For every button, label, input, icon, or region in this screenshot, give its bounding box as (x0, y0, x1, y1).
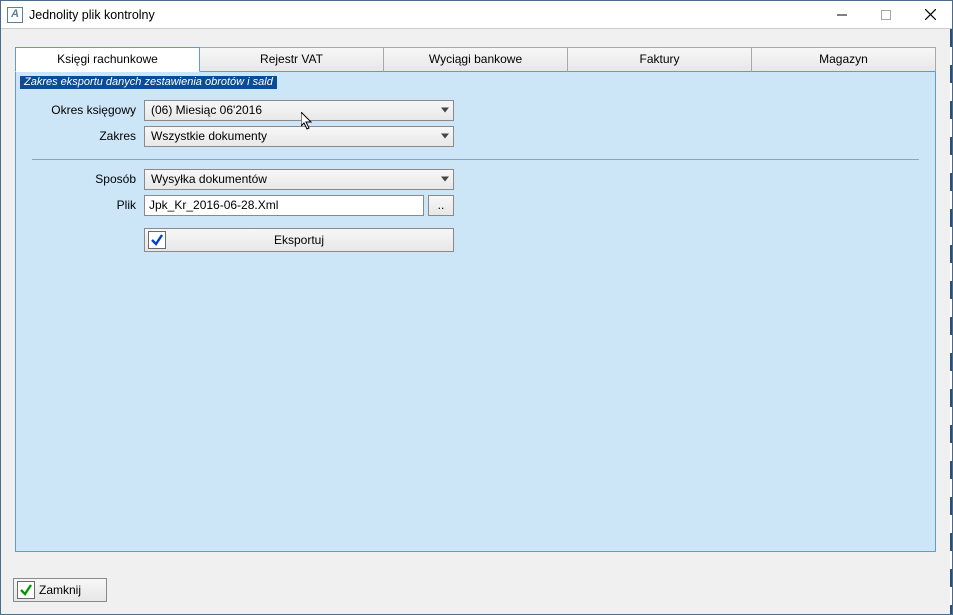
close-button-label: Zamknij (14, 583, 106, 597)
tab-magazyn[interactable]: Magazyn (752, 47, 936, 72)
section-title: Zakres eksportu danych zestawienia obrot… (20, 76, 277, 89)
chevron-down-icon (441, 108, 449, 113)
titlebar[interactable]: A Jednolity plik kontrolny (1, 1, 952, 29)
combo-okres[interactable]: (06) Miesiąc 06'2016 (144, 100, 454, 121)
app-window: A Jednolity plik kontrolny Księgi rachun… (0, 0, 953, 615)
label-okres: Okres księgowy (32, 103, 144, 117)
combo-okres-value: (06) Miesiąc 06'2016 (151, 103, 262, 117)
minimize-button[interactable] (820, 1, 864, 28)
window-title: Jednolity plik kontrolny (29, 8, 820, 22)
label-plik: Plik (32, 198, 144, 212)
browse-button[interactable]: .. (428, 195, 454, 216)
tab-rejestr-vat[interactable]: Rejestr VAT (200, 47, 384, 72)
tab-ksiegi-rachunkowe[interactable]: Księgi rachunkowe (15, 47, 200, 72)
right-edge-decor (950, 29, 952, 614)
maximize-button (864, 1, 908, 28)
export-button[interactable]: Eksportuj (144, 228, 454, 252)
input-plik[interactable]: Jpk_Kr_2016-06-28.Xml (144, 195, 424, 216)
label-zakres: Zakres (32, 129, 144, 143)
combo-sposob[interactable]: Wysyłka dokumentów (144, 169, 454, 190)
chevron-down-icon (441, 134, 449, 139)
tab-panel: Zakres eksportu danych zestawienia obrot… (15, 72, 936, 552)
window-close-button[interactable] (908, 1, 952, 28)
chevron-down-icon (441, 177, 449, 182)
window-controls (820, 1, 952, 28)
input-plik-value: Jpk_Kr_2016-06-28.Xml (149, 198, 278, 212)
combo-zakres[interactable]: Wszystkie dokumenty (144, 126, 454, 147)
tab-wyciagi-bankowe[interactable]: Wyciągi bankowe (384, 47, 568, 72)
close-button[interactable]: Zamknij (13, 578, 107, 602)
app-icon: A (7, 7, 23, 23)
combo-zakres-value: Wszystkie dokumenty (151, 129, 267, 143)
client-area: Księgi rachunkowe Rejestr VAT Wyciągi ba… (1, 29, 950, 614)
tab-faktury[interactable]: Faktury (568, 47, 752, 72)
combo-sposob-value: Wysyłka dokumentów (151, 172, 267, 186)
export-button-label: Eksportuj (145, 233, 453, 247)
divider (32, 159, 919, 160)
label-sposob: Sposób (32, 172, 144, 186)
tabs-row: Księgi rachunkowe Rejestr VAT Wyciągi ba… (15, 47, 936, 72)
